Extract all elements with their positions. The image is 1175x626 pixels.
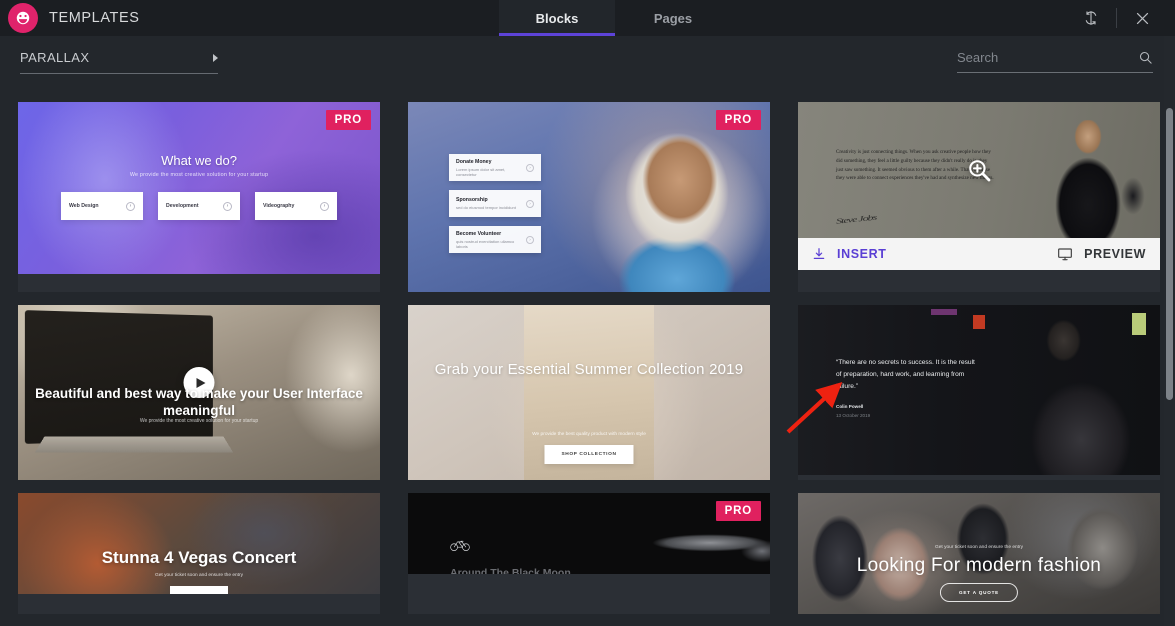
block-thumbnail: “There are no secrets to success. It is … bbox=[798, 305, 1160, 475]
panel-desc: Lorem ipsum dolor sit amet, consectetur bbox=[456, 166, 506, 177]
tab-pages-label: Pages bbox=[653, 10, 693, 26]
panel-title: Become Volunteer bbox=[456, 230, 502, 237]
block-heading: Looking For modern fashion bbox=[856, 555, 1102, 576]
block-subtitle: We provide the most creative solution fo… bbox=[129, 172, 269, 178]
preview-label: PREVIEW bbox=[1084, 247, 1146, 261]
smiley-logo-icon bbox=[8, 3, 38, 33]
blocks-grid-wrapper: PRO What we do? We provide the most crea… bbox=[0, 102, 1175, 626]
block-heading: Grab your Essential Summer Collection 20… bbox=[434, 361, 744, 378]
chevron-right-icon: › bbox=[526, 235, 534, 244]
card-action-bar: INSERT PREVIEW bbox=[798, 238, 1160, 270]
wall-accent bbox=[973, 315, 985, 329]
block-thumbnail: PRO Donate Money Lorem ipsum dolor sit a… bbox=[408, 102, 770, 292]
pro-badge: PRO bbox=[325, 110, 371, 130]
sync-refresh-icon[interactable] bbox=[1072, 0, 1110, 36]
brand: TEMPLATES bbox=[0, 3, 140, 33]
top-bar: TEMPLATES Blocks Pages bbox=[0, 0, 1175, 36]
scrollbar-thumb[interactable] bbox=[1166, 108, 1173, 400]
insert-button[interactable]: INSERT bbox=[812, 247, 886, 261]
block-tiles: Web Design › Development › Videography › bbox=[61, 192, 337, 220]
filter-bar: PARALLAX 12 blocks found bbox=[0, 36, 1175, 122]
top-bar-actions bbox=[1072, 0, 1175, 36]
pro-badge: PRO bbox=[715, 501, 761, 521]
block-card-modern-fashion[interactable]: Get your ticket soon and ensure the entr… bbox=[798, 493, 1160, 614]
app-title: TEMPLATES bbox=[49, 10, 140, 26]
bicycle-photo bbox=[570, 514, 770, 574]
block-thumbnail: Beautiful and best way to make your User… bbox=[18, 305, 380, 480]
get-a-quote-button: GET A QUOTE bbox=[939, 583, 1019, 602]
block-thumbnail: Get your ticket soon and ensure the entr… bbox=[798, 493, 1160, 614]
blocks-grid: PRO What we do? We provide the most crea… bbox=[0, 102, 1175, 614]
speaker-arm bbox=[1118, 172, 1148, 220]
quote-author: Colin Powell bbox=[836, 404, 864, 409]
block-card-what-we-do[interactable]: PRO What we do? We provide the most crea… bbox=[18, 102, 380, 292]
caret-right-icon bbox=[213, 53, 218, 62]
block-card-steve-jobs-quote[interactable]: Creativity is just connecting things. Wh… bbox=[798, 102, 1160, 292]
block-quote: “There are no secrets to success. It is … bbox=[836, 359, 975, 391]
block-subtitle: Get your ticket soon and ensure the entr… bbox=[155, 573, 243, 578]
insert-label: INSERT bbox=[837, 247, 887, 261]
scrollbar-track[interactable] bbox=[1164, 36, 1175, 626]
student-photo bbox=[606, 132, 748, 292]
search-input[interactable] bbox=[957, 50, 1117, 65]
tab-pages[interactable]: Pages bbox=[615, 0, 731, 36]
panel-become-volunteer: Become Volunteer quis nostrud exercitati… bbox=[449, 226, 541, 253]
panel-title: Donate Money bbox=[456, 158, 492, 165]
zoom-in-icon[interactable] bbox=[965, 156, 993, 184]
tile-label: Development bbox=[166, 203, 199, 209]
block-thumbnail: Stunna 4 Vegas Concert Get your ticket s… bbox=[18, 493, 380, 594]
pro-badge: PRO bbox=[715, 110, 761, 130]
block-thumbnail: PRO Around The Black Moon bbox=[408, 493, 770, 574]
panel-title: Sponsorship bbox=[456, 197, 488, 203]
tile-label: Web Design bbox=[69, 203, 99, 209]
category-label: PARALLAX bbox=[20, 50, 90, 65]
block-thumbnail: Grab your Essential Summer Collection 20… bbox=[408, 305, 770, 480]
block-panels: Donate Money Lorem ipsum dolor sit amet,… bbox=[449, 154, 541, 253]
panel-sponsorship: Sponsorship sed do eiusmod tempor incidi… bbox=[449, 190, 541, 217]
block-heading: Beautiful and best way to make your User… bbox=[35, 386, 363, 419]
wall-accent bbox=[931, 309, 957, 315]
chevron-right-icon: › bbox=[223, 201, 232, 211]
preview-button[interactable]: PREVIEW bbox=[1057, 246, 1146, 262]
bicycle-icon bbox=[450, 538, 470, 557]
tile-web-design: Web Design › bbox=[61, 192, 143, 220]
tile-videography: Videography › bbox=[255, 192, 337, 220]
toolbar-divider bbox=[1116, 8, 1117, 28]
block-card-black-moon-bike[interactable]: PRO Around The Black Moon bbox=[408, 493, 770, 614]
block-subtitle: We provide the best quality product with… bbox=[532, 432, 646, 437]
shop-collection-button: SHOP COLLECTION bbox=[544, 445, 634, 464]
block-card-colin-powell-quote[interactable]: “There are no secrets to success. It is … bbox=[798, 305, 1160, 480]
tile-label: Videography bbox=[263, 203, 295, 209]
chevron-right-icon: › bbox=[526, 199, 534, 208]
block-card-stunna-concert[interactable]: Stunna 4 Vegas Concert Get your ticket s… bbox=[18, 493, 380, 614]
block-heading: What we do? bbox=[161, 153, 237, 168]
panel-desc: sed do eiusmod tempor incididunt bbox=[456, 205, 516, 210]
block-heading: Around The Black Moon bbox=[450, 567, 571, 574]
tab-blocks[interactable]: Blocks bbox=[499, 0, 615, 36]
block-subtitle: Get your ticket soon and ensure the entr… bbox=[935, 545, 1023, 550]
category-dropdown[interactable]: PARALLAX bbox=[20, 50, 218, 74]
quote-date: 13 October 2019 bbox=[836, 413, 871, 418]
tile-development: Development › bbox=[158, 192, 240, 220]
panel-desc: quis nostrud exercitation ullamco labori… bbox=[456, 238, 515, 249]
cta-button bbox=[170, 586, 228, 594]
tab-blocks-label: Blocks bbox=[535, 10, 579, 26]
panel-donate-money: Donate Money Lorem ipsum dolor sit amet,… bbox=[449, 154, 541, 181]
block-subtitle: We provide the most creative solution fo… bbox=[139, 418, 259, 424]
block-thumbnail: Creativity is just connecting things. Wh… bbox=[798, 102, 1160, 238]
search-box[interactable] bbox=[957, 50, 1153, 73]
close-icon[interactable] bbox=[1123, 0, 1161, 36]
chevron-right-icon: › bbox=[126, 201, 135, 211]
chevron-right-icon: › bbox=[526, 163, 534, 172]
block-heading: Stunna 4 Vegas Concert bbox=[101, 548, 297, 567]
block-thumbnail: PRO What we do? We provide the most crea… bbox=[18, 102, 380, 274]
laptop-keyboard bbox=[34, 436, 234, 453]
block-card-summer-collection[interactable]: Grab your Essential Summer Collection 20… bbox=[408, 305, 770, 480]
businessman-photo bbox=[997, 315, 1142, 475]
chevron-right-icon: › bbox=[320, 201, 329, 211]
main-tabs: Blocks Pages bbox=[499, 0, 731, 36]
block-card-charity[interactable]: PRO Donate Money Lorem ipsum dolor sit a… bbox=[408, 102, 770, 292]
block-card-ui-video[interactable]: Beautiful and best way to make your User… bbox=[18, 305, 380, 480]
search-icon[interactable] bbox=[1138, 50, 1153, 65]
